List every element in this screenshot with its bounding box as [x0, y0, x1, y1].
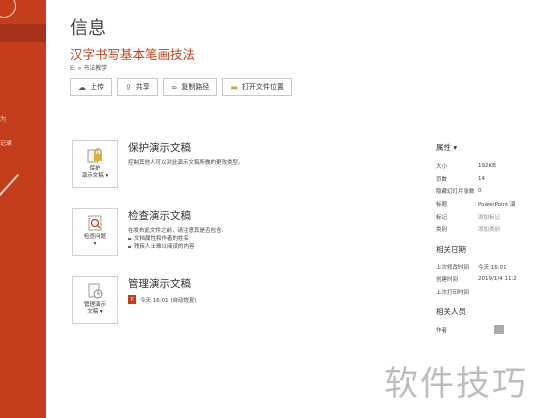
file-actions: ☁ 上传 ⇪ 共享 ∞ 复制路径 ▬ 打开文件位置	[70, 78, 292, 96]
date-row: 创建时间 2019/1/4 11:2	[436, 276, 517, 284]
watermark-text: 软件技巧	[384, 364, 528, 404]
folder-icon: ▬	[230, 82, 238, 92]
title-field[interactable]: PowerPoint 演	[478, 200, 516, 208]
backstage-sidebar: 为 记录	[0, 0, 46, 418]
sidebar-fragment-2[interactable]: 记录	[0, 138, 12, 147]
back-button[interactable]	[0, 0, 16, 18]
protect-desc: 控制其他人可以对此演示文稿所做的更改类型。	[128, 160, 244, 166]
date-row: 上次打印时间	[436, 290, 470, 297]
sidebar-decoration	[0, 173, 19, 198]
add-tag-field[interactable]: 添加标记	[478, 213, 500, 221]
upload-button[interactable]: ☁ 上传	[70, 78, 112, 96]
protect-tile-label-2: 演示文稿	[81, 173, 104, 179]
protect-title: 保护演示文稿	[128, 142, 191, 154]
inspect-title: 检查演示文稿	[128, 210, 191, 222]
open-file-location-button[interactable]: ▬ 打开文件位置	[222, 78, 292, 96]
manage-presentation-button[interactable]: 管理演示 文稿 ▾	[72, 276, 118, 324]
manage-document-icon	[88, 283, 103, 299]
link-icon: ∞	[170, 82, 178, 92]
sidebar-item-info[interactable]	[0, 24, 46, 42]
copy-path-button[interactable]: ∞ 复制路径	[162, 78, 218, 96]
property-row: 类别 添加类别	[436, 225, 501, 234]
author-label: 作者	[436, 327, 448, 334]
powerpoint-icon: P	[128, 295, 136, 304]
date-row: 上次修改时间 今天 16:01	[436, 264, 507, 271]
property-row: 标记 添加标记	[436, 213, 501, 221]
property-row: 标题 PowerPoint 演	[436, 200, 516, 209]
lock-icon	[87, 148, 102, 163]
share-icon: ⇪	[125, 82, 132, 92]
watermark: 软件技巧	[378, 338, 540, 418]
page-title: 信息	[70, 18, 106, 39]
document-path: E: » 书法教学	[70, 65, 108, 72]
add-category-field[interactable]: 添加类别	[478, 225, 500, 233]
copy-path-label: 复制路径	[181, 83, 210, 91]
check-issues-button[interactable]: 检查问题 ▾	[72, 208, 118, 256]
inspect-bullet-1: 文档属性和作者的姓名	[128, 235, 388, 243]
inspect-desc: 在发布此文件之前，请注意其是否包含:	[128, 228, 224, 234]
protect-tile-label-1: 保护	[89, 166, 101, 172]
inspect-document-icon	[88, 215, 102, 231]
document-title: 汉字书写基本笔画技法	[70, 47, 196, 62]
autosave-version[interactable]: P 今天 16:01 (自动恢复)	[128, 295, 388, 304]
inspect-bullet-2: 残疾人士难以阅读的内容	[128, 243, 388, 251]
author-row: 作者	[436, 323, 540, 336]
manage-tile-label-1: 管理演示	[83, 302, 106, 308]
related-dates-header: 相关日期	[436, 244, 466, 254]
manage-title: 管理演示文稿	[128, 278, 191, 290]
inspect-tile-label: 检查问题	[83, 234, 106, 240]
share-button[interactable]: ⇪ 共享	[117, 78, 158, 96]
protect-presentation-button[interactable]: 保护 演示文稿 ▾	[72, 140, 118, 188]
share-label: 共享	[135, 83, 150, 91]
cloud-upload-icon: ☁	[78, 82, 86, 92]
upload-label: 上传	[90, 83, 104, 91]
open-file-location-label: 打开文件位置	[241, 83, 284, 91]
avatar[interactable]	[494, 325, 504, 335]
properties-panel: 属性 ▾ 大小 192KB 页数 14 隐藏幻灯片张数 0 标题 PowerPo…	[436, 142, 540, 336]
property-row: 隐藏幻灯片张数 0	[436, 188, 482, 196]
properties-header[interactable]: 属性 ▾	[436, 142, 540, 153]
property-row: 页数 14	[436, 175, 485, 183]
autosave-version-label: 今天 16:01 (自动恢复)	[140, 297, 197, 304]
related-people-header: 相关人员	[436, 307, 466, 317]
sidebar-fragment-1[interactable]: 为	[0, 114, 6, 123]
chevron-down-icon: ▾	[93, 241, 97, 247]
property-row: 大小 192KB	[436, 163, 496, 171]
manage-tile-label-2: 文稿	[87, 309, 99, 315]
